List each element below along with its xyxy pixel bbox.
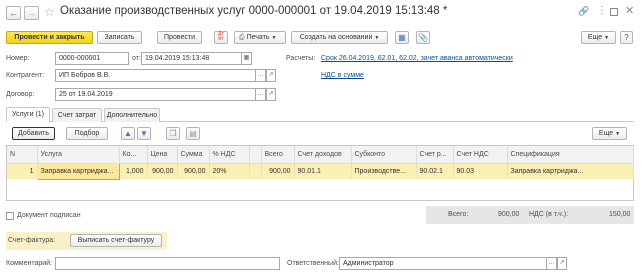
move-down-icon[interactable]: ▼ [137,127,151,140]
signed-label: Документ подписан [17,212,81,219]
table-header-row: N Услуга Ко... Цена Сумма % НДС Всего Сч… [7,146,634,164]
create-based-button[interactable]: Создать на основании ▼ [291,31,388,44]
col-header-vat-rate[interactable]: % НДС [209,146,250,164]
contract-field[interactable]: 25 от 19.04.2019 [55,88,256,101]
settlements-label: Расчеты: [286,55,316,62]
help-icon[interactable]: ? [620,31,633,44]
col-header-total[interactable]: Всего [261,146,295,164]
chevron-down-icon: ▼ [604,35,610,41]
date-field[interactable]: 19.04.2019 15:13:48 [141,52,242,65]
comment-label: Комментарий: [6,260,53,267]
close-icon[interactable]: ✕ [625,4,634,17]
table-more-label: Еще [598,130,614,137]
cell-expense-account[interactable]: 90.02.1 [416,163,454,179]
tab-services[interactable]: Услуги (1) [6,107,50,122]
back-button[interactable]: ← [6,6,21,20]
forward-button[interactable]: → [24,6,39,20]
col-header-sum[interactable]: Сумма [177,146,210,164]
settlements-link[interactable]: Срок 26.04.2019, 62.01, 62.02, зачет ава… [321,52,513,65]
col-header-vat-account[interactable]: Счет НДС [453,146,508,164]
cell-income-account[interactable]: 90.01.1 [294,163,352,179]
col-header-price[interactable]: Цена [147,146,178,164]
attach-icon[interactable]: 📎 [416,31,430,44]
table-settings-icon[interactable]: ▤ [186,127,200,140]
responsible-field[interactable]: Администратор [339,257,547,270]
cell-qty[interactable]: 1,000 [119,163,148,179]
print-label: Печать [246,34,270,41]
more-vertical-icon[interactable]: ⋮ [597,5,607,16]
vat-total-value: 150,00 [609,211,631,218]
signed-checkbox[interactable] [6,212,14,220]
write-button[interactable]: Записать [97,31,142,44]
chevron-down-icon: ▼ [374,35,380,41]
comment-field[interactable] [55,257,280,270]
vat-total-label: НДС (в т.ч.): [529,211,569,218]
counterparty-label: Контрагент: [6,72,45,79]
table-more-button[interactable]: Еще ▼ [592,127,627,140]
add-button[interactable]: Добавить [12,127,55,140]
counterparty-field[interactable]: ИП Бобров В.В. [55,69,256,82]
total-value: 900,00 [498,211,520,218]
responsible-label: Ответственный: [287,260,339,267]
cell-sum[interactable]: 900,00 [177,163,210,179]
col-header-vat[interactable] [249,146,262,164]
calendar-button[interactable]: ▦ [242,52,252,65]
col-header-specification[interactable]: Спецификация [507,146,634,164]
chevron-down-icon: ▼ [615,131,621,137]
favorite-star-icon[interactable]: ☆ [44,5,55,19]
number-field[interactable]: 0000-000001 [55,52,129,65]
more-label: Еще [587,34,603,41]
col-header-expense-account[interactable]: Счет р... [416,146,454,164]
responsible-select-button[interactable]: … [547,257,557,270]
contract-select-button[interactable]: … [256,88,266,101]
link-icon[interactable]: 🔗 [578,6,589,17]
post-button[interactable]: Провести [157,31,202,44]
invoice-label: Счет-фактура: [8,237,56,244]
col-header-income-account[interactable]: Счет доходов [294,146,352,164]
move-up-icon[interactable]: ▲ [121,127,135,140]
col-header-n[interactable]: N [7,146,38,164]
post-and-close-button[interactable]: Провести и закрыть [6,31,93,44]
cell-vat-rate[interactable]: 20% [209,163,250,179]
col-header-subconto[interactable]: Субконто [351,146,417,164]
col-header-service[interactable]: Услуга [37,146,120,164]
contract-open-button[interactable]: ↗ [266,88,276,101]
contract-label: Договор: [6,91,35,98]
dt-kt-icon[interactable]: Дт Кт [214,31,228,44]
total-label: Всего: [448,211,469,218]
toolbar-more-button[interactable]: Еще ▼ [581,31,616,44]
cell-specification[interactable]: Заправка картриджа... [507,163,634,179]
cell-price[interactable]: 900,00 [147,163,178,179]
tab-cost-account[interactable]: Счет затрат [52,108,102,122]
table-row[interactable]: 1 Заправка картриджа... 1,000 900,00 900… [7,162,634,180]
structure-icon[interactable]: ▦ [395,31,409,44]
chevron-down-icon: ▼ [271,35,277,41]
issue-invoice-button[interactable]: Выписать счет-фактуру [70,234,162,247]
window-title: Оказание производственных услуг 0000-000… [60,5,448,17]
print-button[interactable]: ⎙ Печать ▼ [234,31,286,44]
copy-icon[interactable]: ❐ [166,127,180,140]
cell-vat[interactable] [249,163,262,179]
cell-total[interactable]: 900,00 [261,163,295,179]
responsible-open-button[interactable]: ↗ [557,257,567,270]
maximize-icon[interactable] [610,8,618,16]
tab-additional[interactable]: Дополнительно [104,108,160,122]
cell-vat-account[interactable]: 90.03 [453,163,508,179]
printer-icon: ⎙ [239,34,245,41]
counterparty-open-button[interactable]: ↗ [266,69,276,82]
cell-subconto[interactable]: Производстве... [351,163,417,179]
pick-button[interactable]: Подбор [66,127,108,140]
number-label: Номер: [6,55,30,62]
col-header-qty[interactable]: Ко... [119,146,148,164]
cell-n[interactable]: 1 [7,163,38,179]
counterparty-select-button[interactable]: … [256,69,266,82]
services-table: N Услуга Ко... Цена Сумма % НДС Всего Сч… [7,146,634,180]
create-based-label: Создать на основании [299,34,373,41]
cell-service-text: Заправка картриджа... [40,167,114,175]
vat-link[interactable]: НДС в сумме [321,69,364,82]
cell-service[interactable]: Заправка картриджа... [36,162,120,180]
date-from-label: от: [132,55,141,62]
